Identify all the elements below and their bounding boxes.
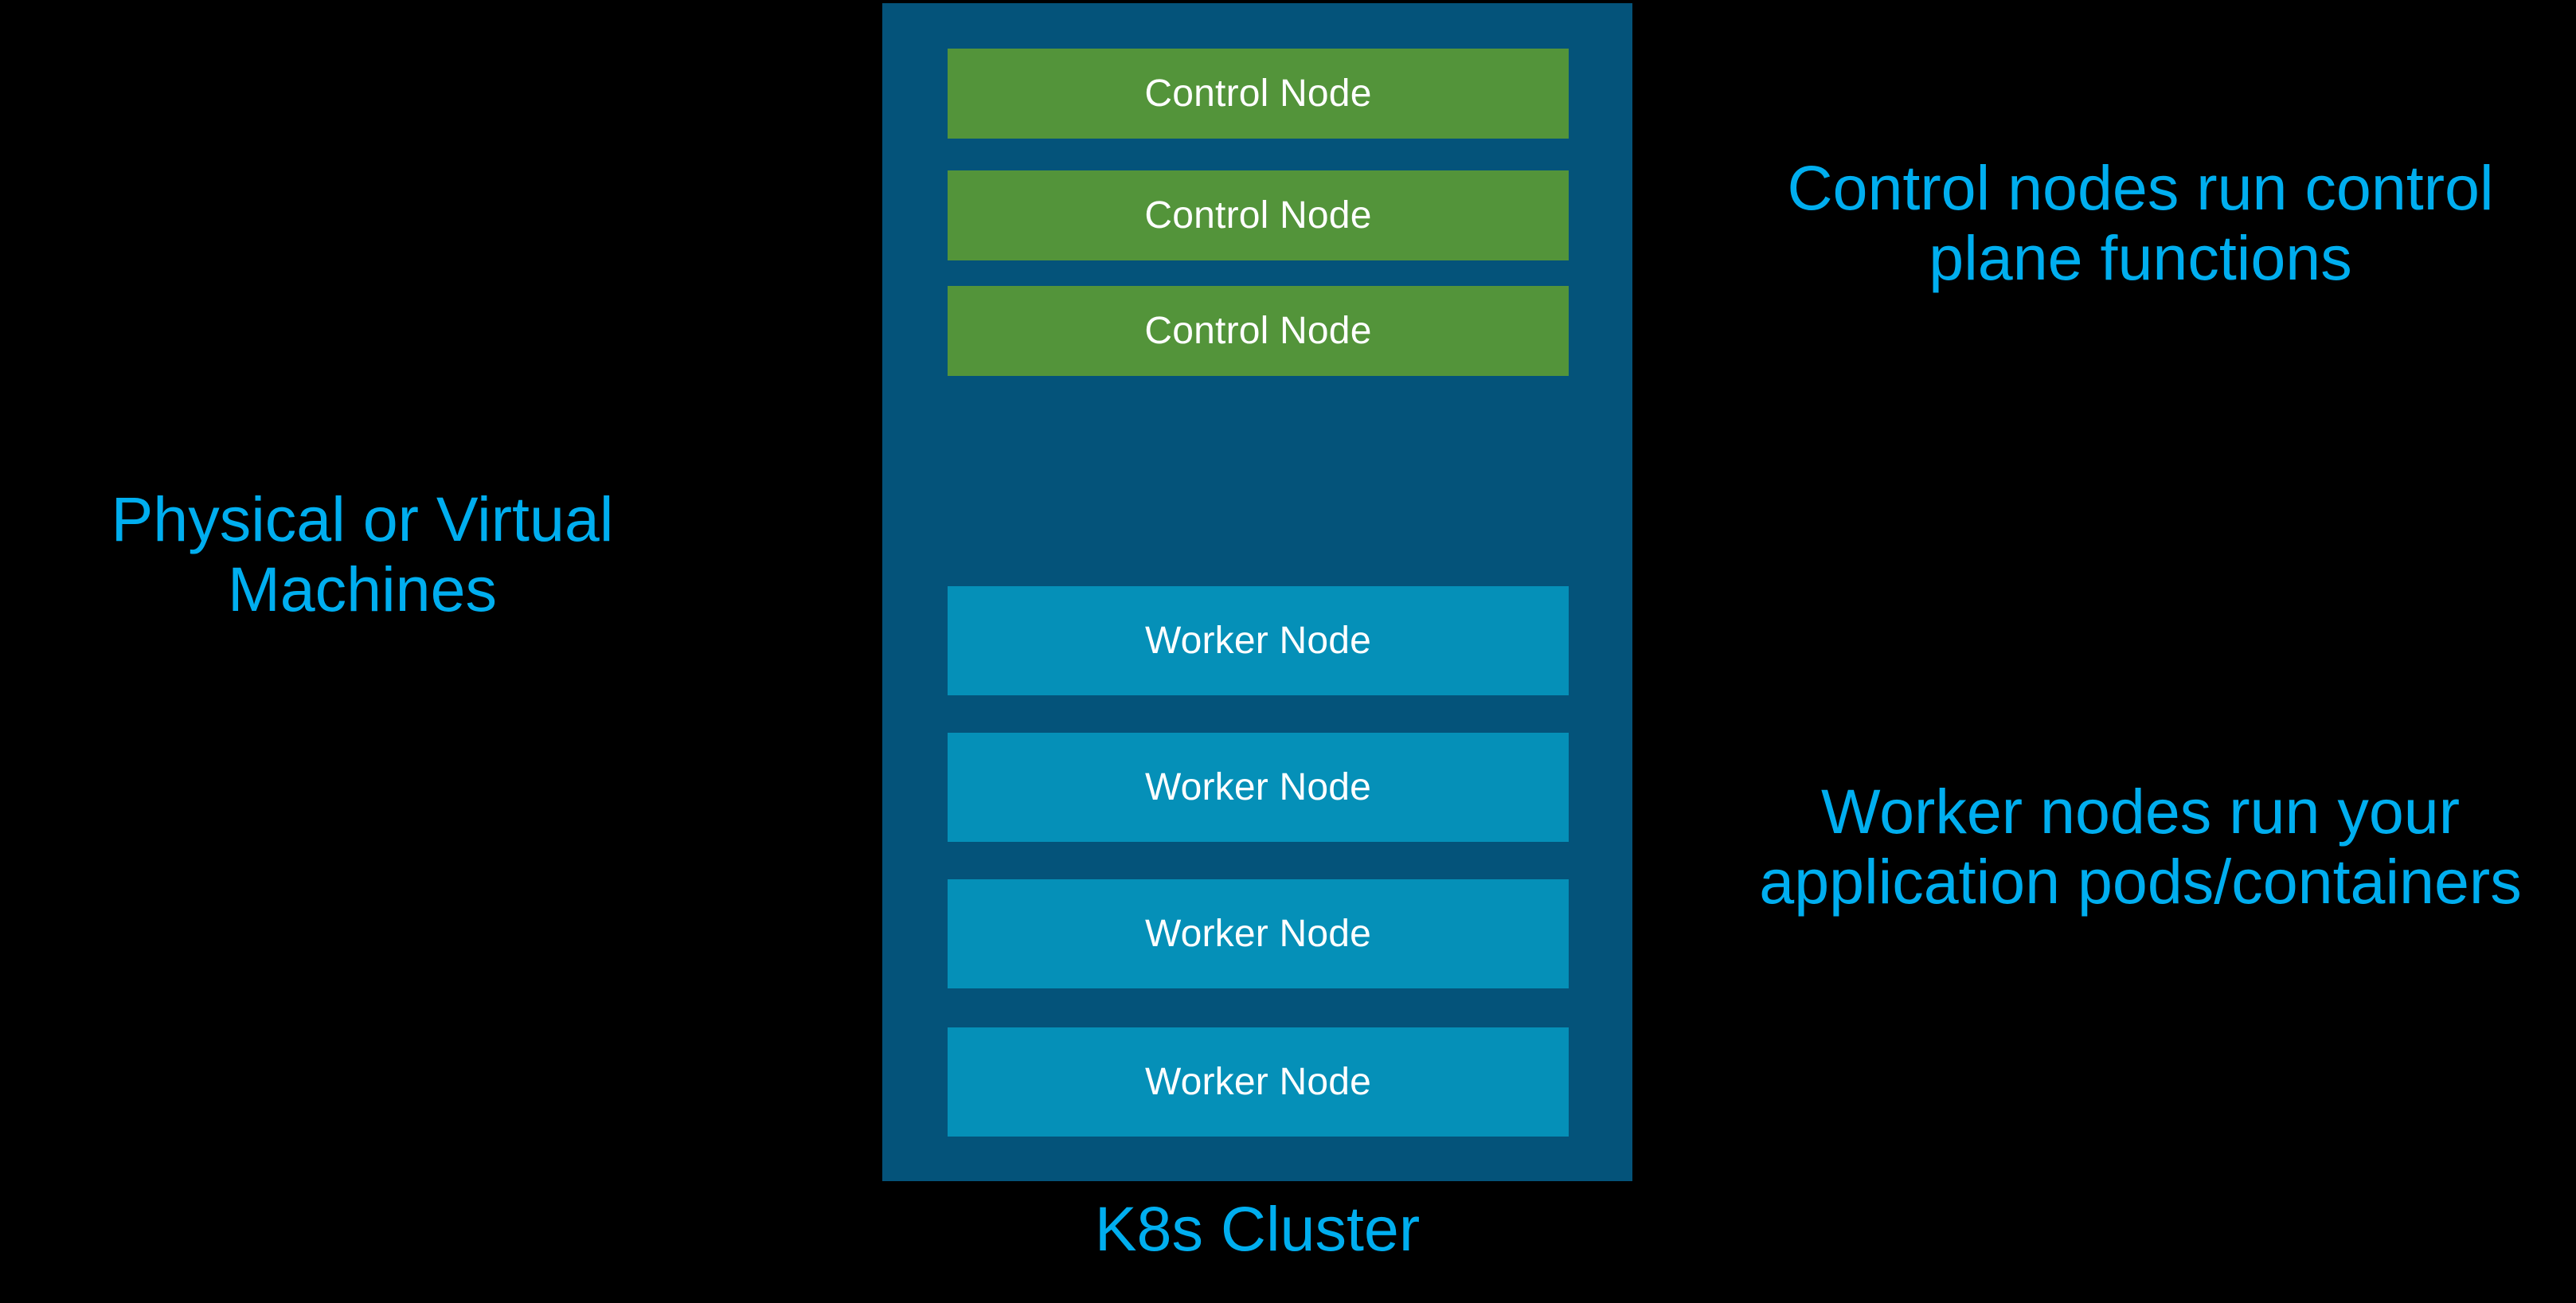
worker-node-3: Worker Node	[948, 879, 1569, 988]
control-node-3-label: Control Node	[1144, 309, 1372, 352]
worker-node-1: Worker Node	[948, 586, 1569, 695]
k8s-cluster-container: Control Node Control Node Control Node W…	[882, 3, 1632, 1181]
worker-node-3-label: Worker Node	[1144, 912, 1372, 955]
worker-node-2: Worker Node	[948, 733, 1569, 842]
diagram-canvas: Physical or Virtual Machines Control Nod…	[0, 0, 2576, 1303]
cluster-caption: K8s Cluster	[1094, 1193, 1421, 1264]
control-node-2-label: Control Node	[1144, 194, 1372, 237]
annotation-worker-nodes-description: Worker nodes run your application pods/c…	[1759, 776, 2522, 918]
control-node-3: Control Node	[948, 286, 1569, 376]
annotation-physical-or-virtual-machines: Physical or Virtual Machines	[111, 483, 614, 625]
worker-node-1-label: Worker Node	[1144, 619, 1372, 662]
worker-node-2-label: Worker Node	[1144, 765, 1372, 808]
control-node-1-label: Control Node	[1144, 72, 1372, 115]
annotation-control-nodes-description: Control nodes run control plane function…	[1787, 152, 2494, 294]
control-node-1: Control Node	[948, 49, 1569, 139]
worker-node-4-label: Worker Node	[1144, 1060, 1372, 1103]
worker-node-4: Worker Node	[948, 1027, 1569, 1137]
control-node-2: Control Node	[948, 170, 1569, 260]
